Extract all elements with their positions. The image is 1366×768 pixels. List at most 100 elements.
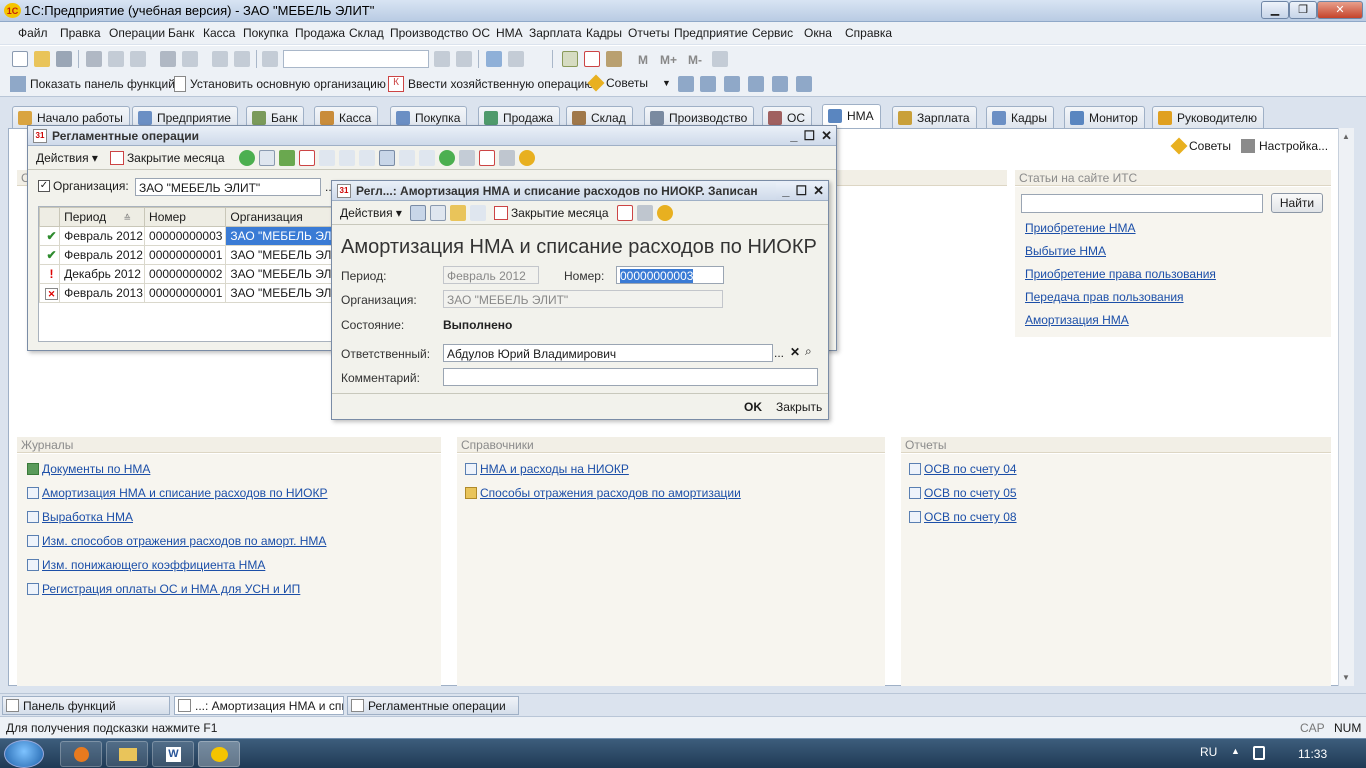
new-document-icon[interactable] [12,51,28,67]
help-icon[interactable] [518,149,535,166]
journal-link-method-change[interactable]: Изм. способов отражения расходов по амор… [27,534,326,548]
post-and-close-icon[interactable] [409,204,426,221]
filter-history-icon[interactable] [398,149,415,166]
keyboard-language[interactable]: RU [1200,745,1217,759]
table-row[interactable]: ✕ Февраль 2013 00000000001 ЗАО "МЕБЕЛЬ Э… [39,283,335,303]
journal-icon[interactable] [678,76,694,92]
maximize-button[interactable]: ❐ [1289,1,1317,19]
users-icon[interactable] [606,51,622,67]
actions-menu-button[interactable]: Действия ▾ [32,149,102,167]
cut-icon[interactable] [86,51,102,67]
its-link-usage-rights-transfer[interactable]: Передача прав пользования [1025,290,1184,304]
show-function-panel-button[interactable]: Показать панель функций [10,76,175,92]
menu-operations[interactable]: Операции [109,26,165,40]
print-icon[interactable] [160,51,176,67]
window-button-function-panel[interactable]: Панель функций [2,696,170,715]
its-link-usage-rights-acquisition[interactable]: Приобретение права пользования [1025,267,1216,281]
menu-service[interactable]: Сервис [752,26,793,40]
structure-icon[interactable] [636,204,653,221]
ref-link-amortization-methods[interactable]: Способы отражения расходов по амортизаци… [465,486,741,500]
window-button-regulatory-ops[interactable]: Регламентные операции [347,696,519,715]
sequence-icon[interactable] [318,149,335,166]
close-month-button[interactable]: Закрытие месяца [106,149,229,167]
paste-icon[interactable] [130,51,146,67]
comment-field[interactable] [443,368,818,386]
menu-production[interactable]: Производство [390,26,468,40]
menu-bank[interactable]: Банк [168,26,194,40]
find-icon[interactable] [338,149,355,166]
print-preview-icon[interactable] [182,51,198,67]
menu-salary[interactable]: Зарплата [529,26,582,40]
tab-staff[interactable]: Кадры [986,106,1054,128]
menu-cash[interactable]: Касса [203,26,235,40]
menu-staff[interactable]: Кадры [586,26,622,40]
menu-purchase[interactable]: Покупка [243,26,288,40]
journal-link-intangible-docs[interactable]: Документы по НМА [27,462,150,476]
organization-field[interactable]: ЗАО "МЕБЕЛЬ ЭЛИТ" [443,290,723,308]
copy-icon[interactable] [108,51,124,67]
close-icon[interactable]: ✕ [813,183,824,199]
processing-icon[interactable] [796,76,812,92]
register-icon[interactable] [748,76,764,92]
report-link-08[interactable]: ОСВ по счету 08 [909,510,1017,524]
close-month-button[interactable]: Закрытие месяца [490,204,613,222]
close-button[interactable]: ✕ [1317,1,1363,19]
post-icon[interactable] [449,204,466,221]
window-button-amortization-doc[interactable]: ...: Амортизация НМА и спи... [174,696,344,715]
tab-salary[interactable]: Зарплата [892,106,977,128]
menu-sale[interactable]: Продажа [295,26,345,40]
1c-enterprise-icon[interactable] [198,741,240,767]
open-folder-icon[interactable] [34,51,50,67]
based-on-icon[interactable] [469,204,486,221]
set-main-org-button[interactable]: Установить основную организацию [174,76,386,92]
journal-link-output[interactable]: Выработка НМА [27,510,133,524]
save-icon[interactable] [429,204,446,221]
ok-button[interactable]: OK [744,400,762,414]
its-link-amortization[interactable]: Амортизация НМА [1025,313,1129,327]
memory-m-button[interactable]: M [638,53,648,67]
menu-file[interactable]: Файл [18,26,48,40]
journal-link-payment-registration[interactable]: Регистрация оплаты ОС и НМА для УСН и ИП [27,582,300,596]
document-icon[interactable] [724,76,740,92]
menu-enterprise[interactable]: Предприятие [674,26,748,40]
chevron-up-icon[interactable]: ▲ [1342,132,1350,141]
menu-intangible[interactable]: НМА [496,26,523,40]
journal-link-amortization[interactable]: Амортизация НМА и списание расходов по Н… [27,486,328,500]
find-next-icon[interactable] [434,51,450,67]
copy-icon[interactable] [258,149,275,166]
journal-link-coefficient-change[interactable]: Изм. понижающего коэффициента НМА [27,558,265,572]
undo-icon[interactable] [212,51,228,67]
minimize-button[interactable]: ▁ [1261,1,1289,19]
actions-menu-button[interactable]: Действия ▾ [336,204,406,222]
minimize-icon[interactable]: _ [790,128,797,144]
search-icon[interactable] [262,51,278,67]
tools-icon[interactable] [712,51,728,67]
find-previous-icon[interactable] [456,51,472,67]
filter-icon[interactable] [358,149,375,166]
edit-icon[interactable] [278,149,295,166]
number-field[interactable]: 00000000003 [616,266,724,284]
minimize-icon[interactable]: _ [782,183,789,199]
menu-help[interactable]: Справка [845,26,892,40]
close-icon[interactable]: ✕ [821,128,832,144]
its-find-button[interactable]: Найти [1271,193,1323,213]
start-button[interactable] [4,740,44,768]
report-link-04[interactable]: ОСВ по счету 04 [909,462,1017,476]
maximize-icon[interactable]: ☐ [803,128,815,144]
maximize-icon[interactable]: ☐ [795,183,807,199]
menu-warehouse[interactable]: Склад [349,26,384,40]
close-form-button[interactable]: Закрыть [776,400,822,414]
enter-business-operation-button[interactable]: К Ввести хозяйственную операцию [388,76,593,92]
settings-button[interactable]: Настройка... [1241,139,1328,153]
vertical-scrollbar[interactable]: ▲ ▼ [1338,128,1354,686]
delete-icon[interactable] [298,149,315,166]
reference-icon[interactable] [700,76,716,92]
select-button[interactable]: ... [774,346,784,360]
memory-plus-button[interactable]: M+ [660,53,677,67]
ref-link-intangibles[interactable]: НМА и расходы на НИОКР [465,462,629,476]
report-link-05[interactable]: ОСВ по счету 05 [909,486,1017,500]
org-filter-checkbox[interactable]: ✓ [38,180,50,192]
action-center-icon[interactable] [1253,746,1265,760]
word-icon[interactable]: W [152,741,194,767]
redo-icon[interactable] [234,51,250,67]
